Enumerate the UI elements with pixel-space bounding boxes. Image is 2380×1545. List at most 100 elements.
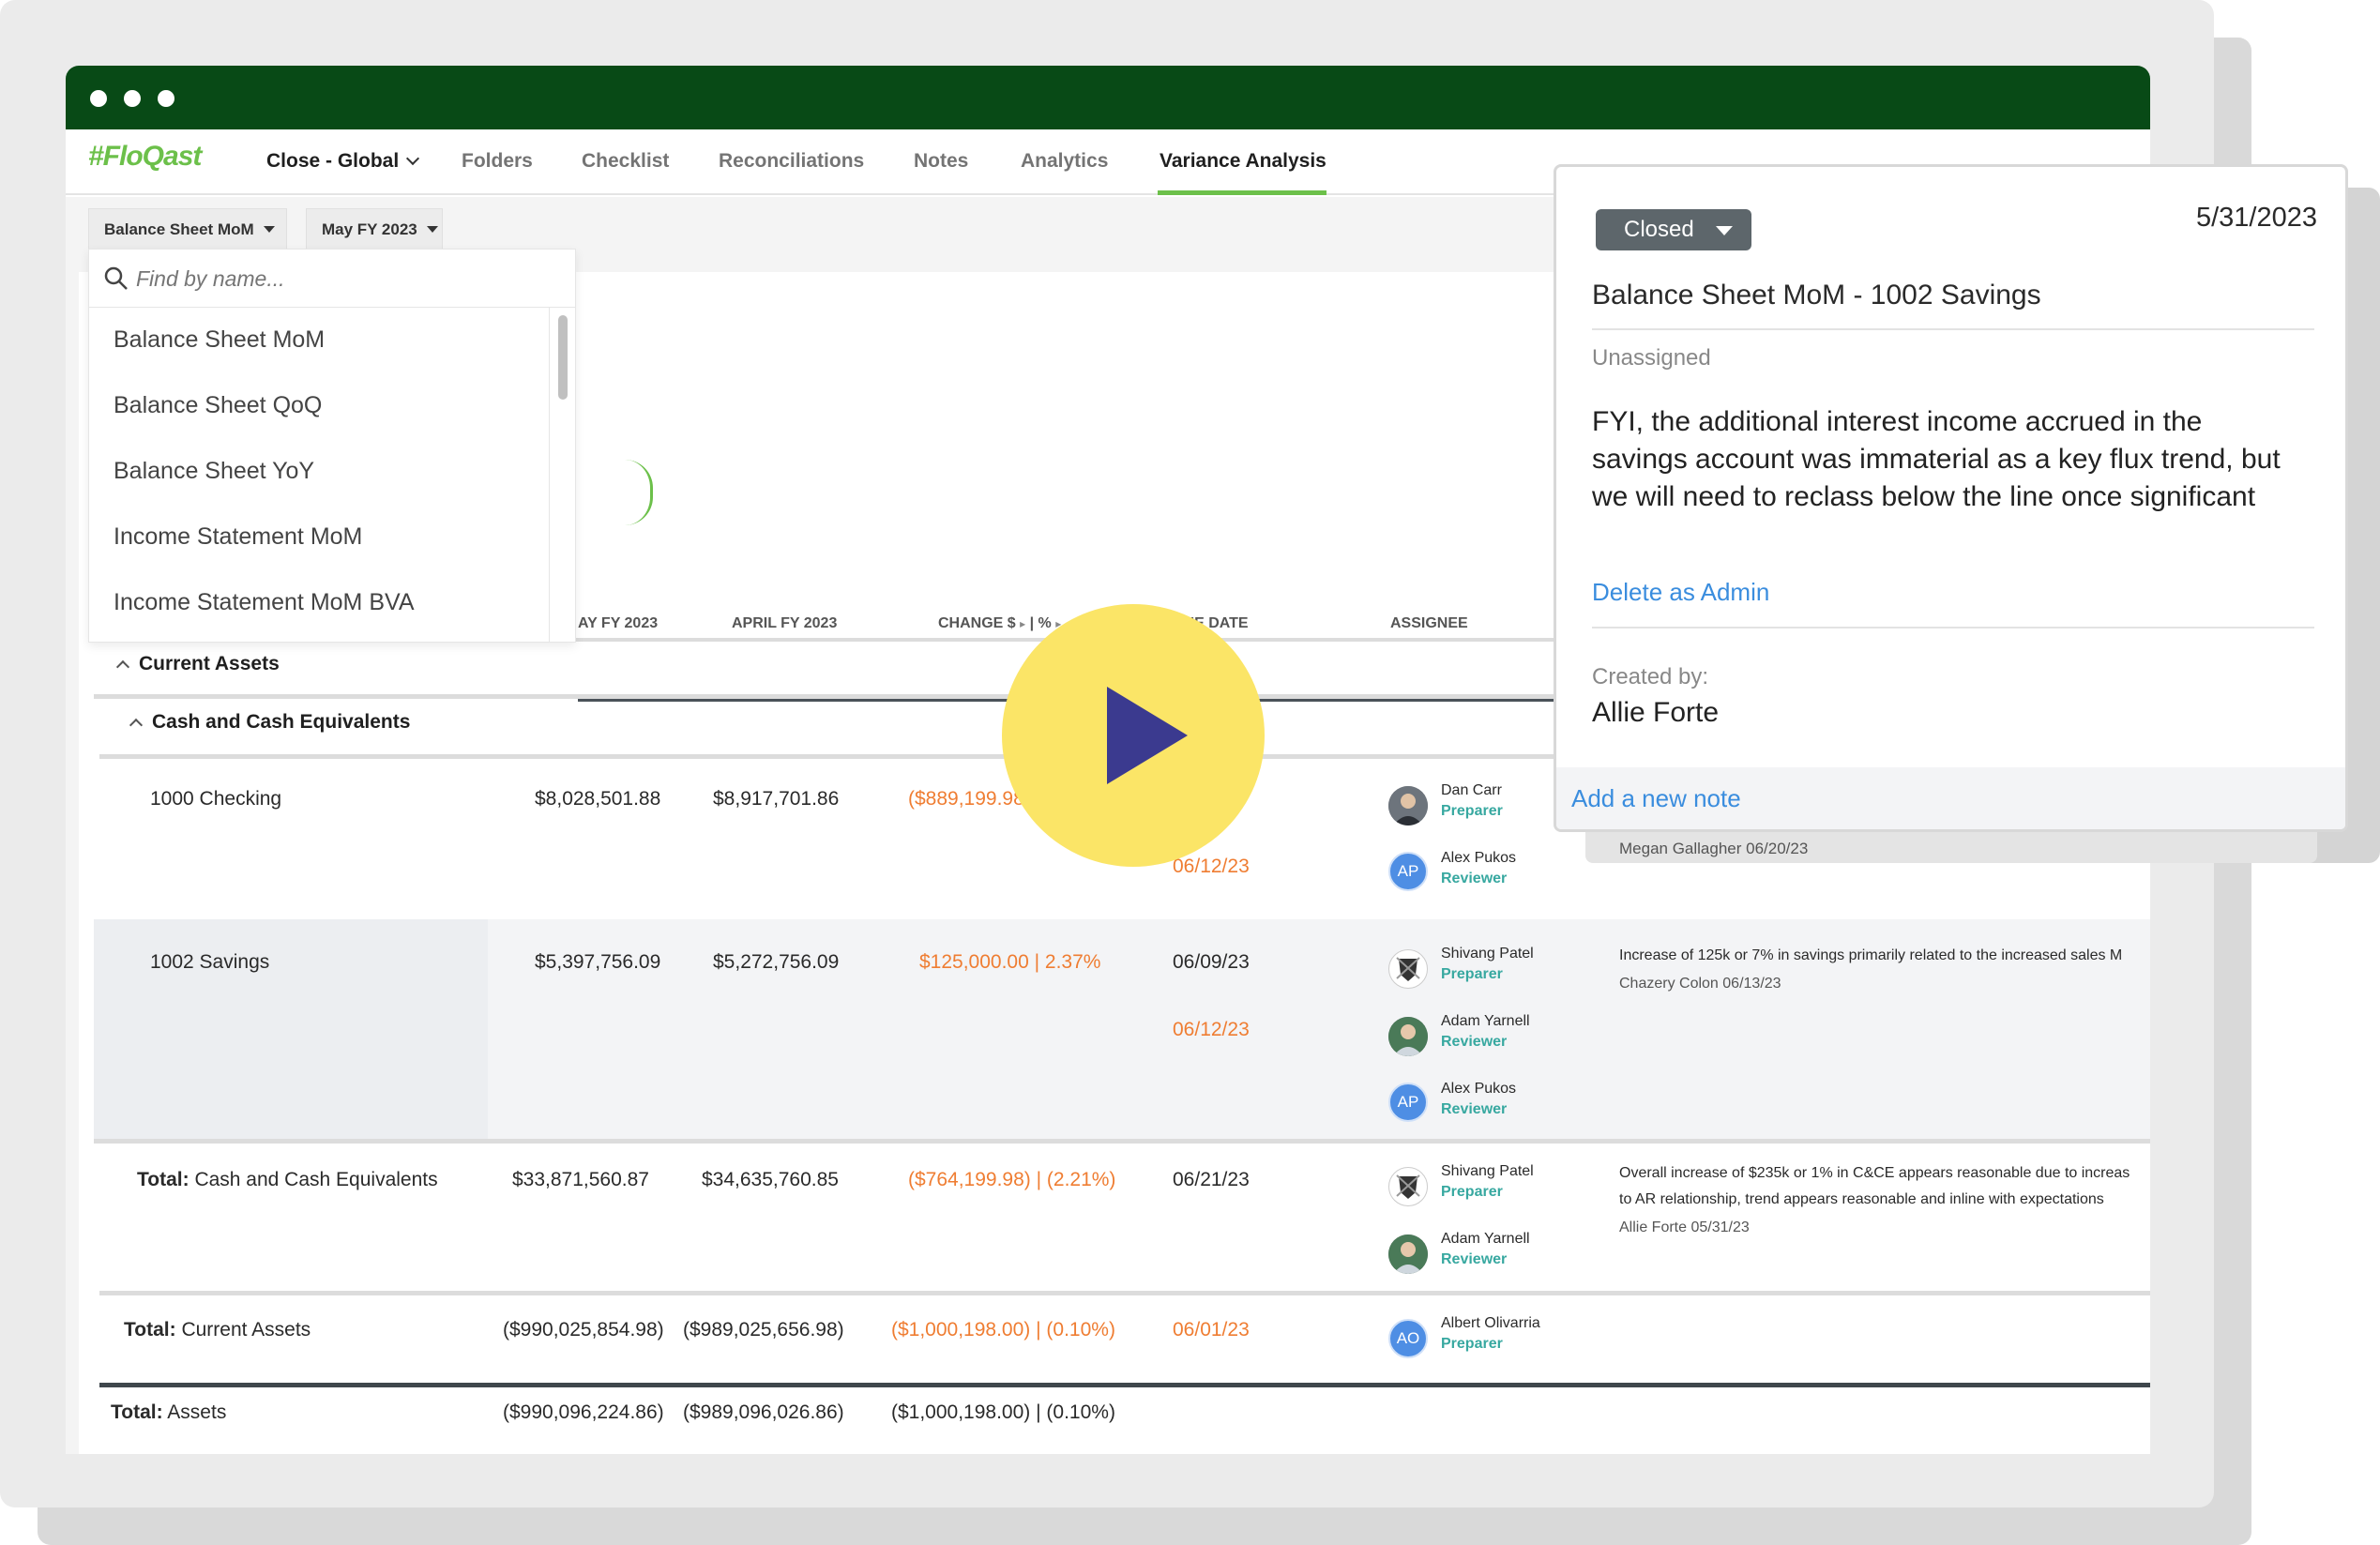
dropdown-item-income-statement-mom-bva[interactable]: Income Statement MoM BVA xyxy=(89,570,575,636)
nav-close-global-label: Close - Global xyxy=(266,150,400,172)
play-icon xyxy=(1107,687,1188,784)
delete-as-admin-link[interactable]: Delete as Admin xyxy=(1592,578,1769,607)
assignee-name: Alex Pukos xyxy=(1441,1081,1517,1097)
shield-logo-icon xyxy=(1396,957,1420,981)
row-change-value: $125,000.00 | 2.37% xyxy=(919,951,1101,973)
nav-close-global[interactable]: Close - Global xyxy=(266,150,420,173)
variance-note[interactable]: Overall increase of $235k or 1% in C&CE … xyxy=(1619,1165,2130,1182)
col-april-fy-2023[interactable]: APRIL FY 2023 xyxy=(732,615,837,632)
total-name: Cash and Cash Equivalents xyxy=(194,1169,438,1190)
chevron-up-icon xyxy=(115,659,130,674)
period-select-label: May FY 2023 xyxy=(322,220,417,238)
note-date: 5/31/2023 xyxy=(2195,203,2317,233)
nav-variance-analysis[interactable]: Variance Analysis xyxy=(1160,150,1326,173)
caret-down-icon xyxy=(426,226,438,233)
dropdown-search xyxy=(89,250,575,308)
row-april-value: $8,917,701.86 xyxy=(713,788,840,810)
panel-divider xyxy=(1592,328,2314,330)
avatar[interactable] xyxy=(1388,1017,1428,1056)
person-photo-icon xyxy=(1388,1234,1428,1274)
col-assignee[interactable]: ASSIGNEE xyxy=(1390,615,1468,632)
row-change-value: ($1,000,198.00) | (0.10%) xyxy=(891,1319,1115,1341)
note-assignee[interactable]: Unassigned xyxy=(1592,345,1711,371)
avatar[interactable] xyxy=(1388,786,1428,826)
row-change-value: ($764,199.98) | (2.21%) xyxy=(908,1169,1116,1190)
assignee-role: Preparer xyxy=(1441,803,1503,819)
row-due-date-reviewer: 06/12/23 xyxy=(1173,856,1250,877)
period-select[interactable]: May FY 2023 xyxy=(306,208,443,250)
row-due-date: 06/01/23 xyxy=(1173,1319,1250,1341)
status-dropdown[interactable]: Closed xyxy=(1596,209,1751,250)
caret-down-icon xyxy=(263,226,275,233)
row-divider xyxy=(99,1291,2150,1295)
dropdown-search-input[interactable] xyxy=(136,263,549,295)
row-may-value: $5,397,756.09 xyxy=(535,951,661,973)
browser-frame: #FloQast Close - Global Folders Checklis… xyxy=(0,0,2348,1507)
assignee-name: Alex Pukos xyxy=(1441,850,1517,866)
nav-reconciliations[interactable]: Reconciliations xyxy=(719,150,864,173)
row-may-value: $33,871,560.87 xyxy=(512,1169,649,1190)
row-change-value: ($889,199.98 xyxy=(908,788,1024,810)
dropdown-item-balance-sheet-mom[interactable]: Balance Sheet MoM xyxy=(89,308,575,373)
dropdown-item-balance-sheet-qoq[interactable]: Balance Sheet QoQ xyxy=(89,373,575,439)
variance-note[interactable]: Increase of 125k or 7% in savings primar… xyxy=(1619,947,2122,964)
nav-folders[interactable]: Folders xyxy=(462,150,533,173)
panel-footer: Add a new note xyxy=(1556,767,2345,829)
chevron-up-icon xyxy=(129,718,144,733)
dropdown-item-income-statement-mom[interactable]: Income Statement MoM xyxy=(89,505,575,570)
dropdown-item-balance-sheet-yoy[interactable]: Balance Sheet YoY xyxy=(89,439,575,505)
total-prefix: Total: xyxy=(111,1401,163,1423)
assignee-name: Adam Yarnell xyxy=(1441,1231,1530,1247)
note-title: Balance Sheet MoM - 1002 Savings xyxy=(1592,280,2041,311)
total-prefix: Total: xyxy=(124,1319,176,1341)
avatar[interactable]: AP xyxy=(1388,1083,1428,1122)
row-due-date-reviewer: 06/12/23 xyxy=(1173,1019,1250,1040)
play-button[interactable] xyxy=(1002,604,1265,867)
search-icon xyxy=(104,266,128,290)
avatar[interactable]: AO xyxy=(1388,1319,1428,1358)
nav-analytics[interactable]: Analytics xyxy=(1021,150,1108,173)
add-new-note-link[interactable]: Add a new note xyxy=(1571,784,1741,813)
col-change-label: CHANGE $ xyxy=(938,615,1016,631)
avatar[interactable] xyxy=(1388,1167,1428,1206)
assignee-name: Dan Carr xyxy=(1441,782,1502,798)
active-tab-indicator xyxy=(1158,190,1326,195)
row-due-date: 06/21/23 xyxy=(1173,1169,1250,1190)
panel-divider xyxy=(1592,627,2314,629)
report-select[interactable]: Balance Sheet MoM xyxy=(88,208,287,250)
assignee-name: Shivang Patel xyxy=(1441,946,1534,962)
assignee-name: Albert Olivarria xyxy=(1441,1315,1540,1331)
total-divider xyxy=(99,1383,2150,1387)
row-total-label: Total: Cash and Cash Equivalents xyxy=(137,1169,438,1191)
assignee-role: Reviewer xyxy=(1441,871,1508,886)
row-change-value: ($1,000,198.00) | (0.10%) xyxy=(891,1401,1115,1423)
floqast-logo[interactable]: #FloQast xyxy=(88,141,202,173)
avatar[interactable] xyxy=(1388,1234,1428,1274)
stage: #FloQast Close - Global Folders Checklis… xyxy=(0,0,2380,1545)
assignee-role: Preparer xyxy=(1441,1184,1503,1200)
avatar[interactable] xyxy=(1388,949,1428,989)
assignee-role: Reviewer xyxy=(1441,1034,1508,1050)
window-zoom-dot[interactable] xyxy=(158,90,174,107)
variance-note-line2: to AR relationship, trend appears reason… xyxy=(1619,1191,2104,1207)
col-may-fy-2023[interactable]: AY FY 2023 xyxy=(578,615,658,632)
note-panel: Closed 5/31/2023 Balance Sheet MoM - 100… xyxy=(1554,164,2348,832)
row-may-value: ($990,025,854.98) xyxy=(503,1319,664,1341)
col-change[interactable]: CHANGE $ ▸ | % ▸ xyxy=(938,615,1061,632)
row-may-value: ($990,096,224.86) xyxy=(503,1401,664,1423)
nav-checklist[interactable]: Checklist xyxy=(582,150,669,173)
total-name: Current Assets xyxy=(181,1319,311,1341)
note-author: Allie Forte 05/31/23 xyxy=(1619,1219,1750,1235)
window-close-dot[interactable] xyxy=(90,90,107,107)
created-by-name: Allie Forte xyxy=(1592,697,1720,728)
row-april-value: $5,272,756.09 xyxy=(713,951,840,973)
section-cash-label: Cash and Cash Equivalents xyxy=(152,711,411,733)
assignee-role: Reviewer xyxy=(1441,1251,1508,1267)
dropdown-scrollbar[interactable] xyxy=(558,315,568,400)
nav-notes[interactable]: Notes xyxy=(914,150,968,173)
report-select-label: Balance Sheet MoM xyxy=(104,220,254,238)
window-minimize-dot[interactable] xyxy=(124,90,141,107)
section-cash[interactable]: Cash and Cash Equivalents xyxy=(129,711,411,734)
avatar[interactable]: AP xyxy=(1388,852,1428,891)
section-current-assets[interactable]: Current Assets xyxy=(115,653,280,675)
